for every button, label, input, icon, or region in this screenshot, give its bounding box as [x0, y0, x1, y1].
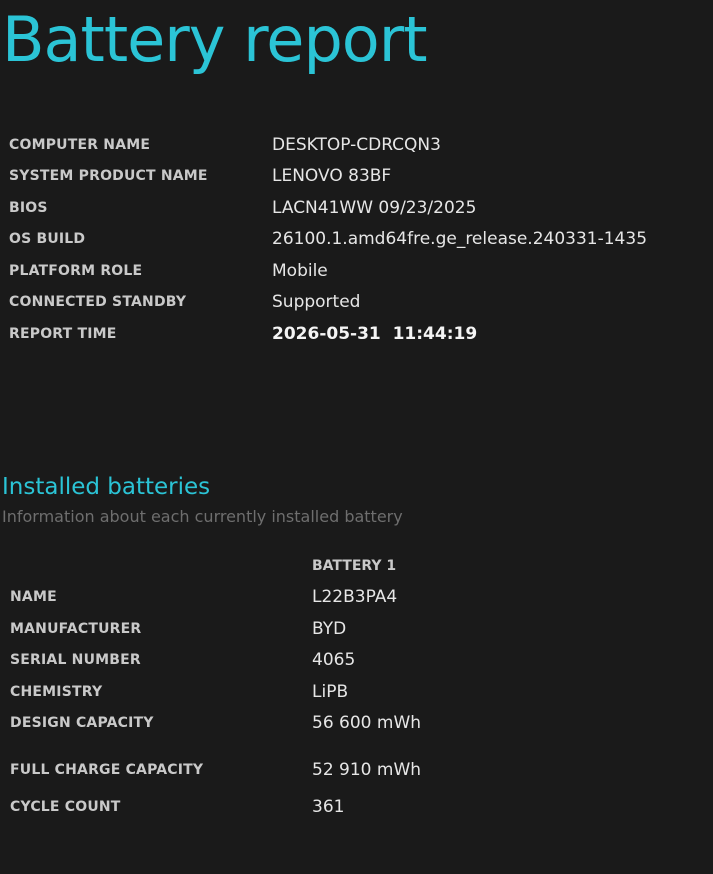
battery-row-label: DESIGN CAPACITY [10, 715, 154, 732]
battery-row: CHEMISTRY LiPB [10, 676, 421, 708]
section-title-installed-batteries: Installed batteries [2, 474, 211, 500]
system-info-row: SYSTEM PRODUCT NAME LENOVO 83BF [9, 161, 647, 193]
system-info-value: LACN41WW 09/23/2025 [272, 197, 477, 218]
battery-row-value: 56 600 mWh [312, 713, 422, 734]
system-info-value: 26100.1.amd64fre.ge_release.240331-1435 [272, 229, 648, 250]
system-info-table: COMPUTER NAME DESKTOP-CDRCQN3 SYSTEM PRO… [9, 129, 647, 350]
system-info-label: COMPUTER NAME [9, 136, 151, 153]
battery-row-label: SERIAL NUMBER [10, 652, 141, 669]
system-info-row: REPORT TIME 2026-05-31 11:44:19 [9, 318, 647, 350]
installed-batteries-table: BATTERY 1 NAME L22B3PA4 MANUFACTURER BYD… [10, 550, 421, 823]
battery-row-label: CHEMISTRY [10, 683, 103, 700]
battery-row: FULL CHARGE CAPACITY 52 910 mWh [10, 739, 421, 791]
report-time-value: 2026-05-31 11:44:19 [272, 323, 478, 344]
system-info-label: CONNECTED STANDBY [9, 294, 187, 311]
battery-column-header: BATTERY 1 [312, 557, 397, 574]
battery-row-value: L22B3PA4 [312, 587, 398, 608]
system-info-value: Mobile [272, 260, 328, 281]
system-info-row: OS BUILD 26100.1.amd64fre.ge_release.240… [9, 224, 647, 256]
system-info-value: DESKTOP-CDRCQN3 [272, 134, 441, 155]
battery-row-label: FULL CHARGE CAPACITY [10, 762, 204, 778]
system-info-row: COMPUTER NAME DESKTOP-CDRCQN3 [9, 129, 647, 161]
battery-row: DESIGN CAPACITY 56 600 mWh [10, 708, 421, 740]
battery-row-value: BYD [312, 618, 347, 639]
system-info-label: OS BUILD [9, 231, 86, 248]
system-info-row: BIOS LACN41WW 09/23/2025 [9, 192, 647, 224]
system-info-value: LENOVO 83BF [272, 166, 392, 187]
battery-row: MANUFACTURER BYD [10, 613, 421, 645]
battery-row-label: CYCLE COUNT [10, 798, 121, 815]
section-subtitle: Information about each currently install… [2, 507, 403, 526]
system-info-label: PLATFORM ROLE [9, 262, 143, 279]
battery-row-value: 52 910 mWh [312, 760, 422, 780]
system-info-value: Supported [272, 292, 361, 313]
system-info-row: PLATFORM ROLE Mobile [9, 255, 647, 287]
battery-row-label: NAME [10, 589, 57, 606]
page-title: Battery report [2, 3, 428, 76]
battery-row: CYCLE COUNT 361 [10, 791, 421, 823]
battery-row-value: 361 [312, 796, 345, 817]
header-spacer [10, 550, 312, 582]
system-info-row: CONNECTED STANDBY Supported [9, 287, 647, 319]
battery-row-value: LiPB [312, 681, 349, 702]
system-info-label: SYSTEM PRODUCT NAME [9, 168, 208, 185]
system-info-label: BIOS [9, 199, 48, 216]
battery-row-label: MANUFACTURER [10, 620, 142, 637]
battery-row: SERIAL NUMBER 4065 [10, 645, 421, 677]
system-info-label: REPORT TIME [9, 325, 117, 342]
battery-table-header-row: BATTERY 1 [10, 550, 421, 582]
battery-row: NAME L22B3PA4 [10, 582, 421, 614]
battery-row-value: 4065 [312, 650, 356, 671]
